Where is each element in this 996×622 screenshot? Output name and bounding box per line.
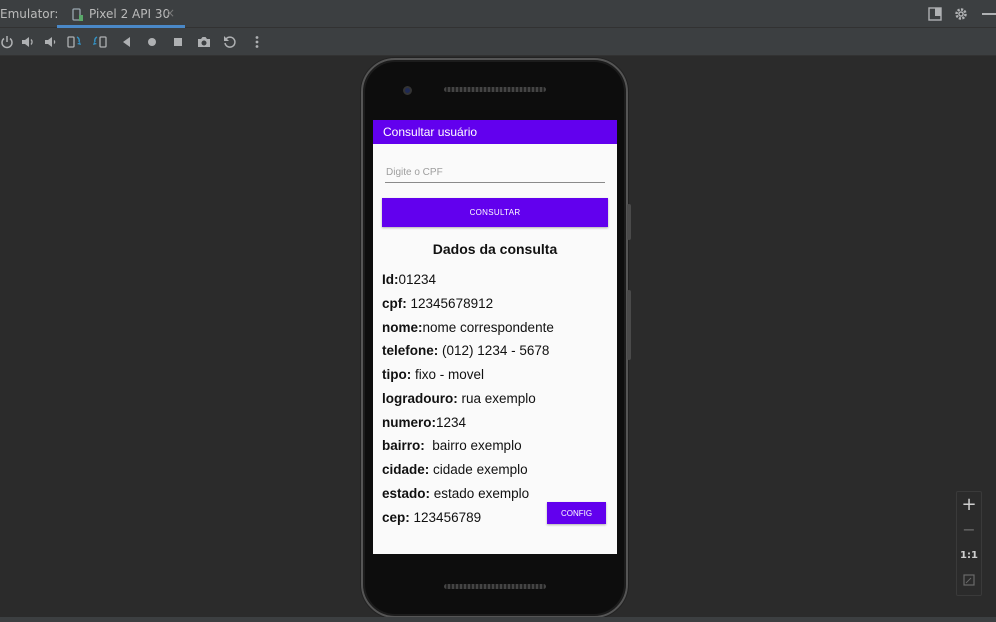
field-tipo: tipo: fixo - movel	[382, 367, 484, 382]
emulator-tabbar: Emulator: Pixel 2 API 30 ×	[0, 0, 996, 28]
field-value: fixo - movel	[415, 367, 485, 382]
gear-icon[interactable]	[954, 6, 968, 25]
emulator-toolbar	[0, 28, 996, 56]
minimize-icon[interactable]	[982, 13, 996, 15]
field-value: nome correspondente	[422, 320, 554, 335]
section-title: Dados da consulta	[432, 241, 558, 257]
field-numero: numero:1234	[382, 415, 466, 430]
field-estado: estado: estado exemplo	[382, 486, 529, 501]
field-id: Id:01234	[382, 272, 436, 287]
rotate-right-icon[interactable]	[92, 34, 108, 50]
tab-pixel-2-api-30[interactable]: Pixel 2 API 30 ×	[57, 0, 185, 28]
field-label: numero:	[382, 415, 436, 430]
field-label: logradouro:	[382, 391, 458, 406]
field-value: (012) 1234 - 5678	[442, 343, 550, 358]
restore-layout-icon[interactable]	[928, 6, 942, 25]
consultar-button[interactable]: CONSULTAR	[382, 198, 608, 227]
zoom-controls: + − 1:1	[956, 491, 982, 596]
emulator-label: Emulator:	[0, 7, 59, 21]
cpf-input[interactable]	[385, 163, 605, 183]
field-cep: cep: 123456789	[382, 510, 481, 525]
home-icon[interactable]	[144, 34, 160, 50]
reset-icon[interactable]	[222, 34, 238, 50]
field-cpf: cpf: 12345678912	[382, 296, 493, 311]
volume-down-icon[interactable]	[42, 34, 58, 50]
field-logradouro: logradouro: rua exemplo	[382, 391, 536, 406]
field-value: 1234	[436, 415, 467, 430]
zoom-out-button[interactable]: −	[957, 520, 981, 539]
field-value: rua exemplo	[461, 391, 536, 406]
actual-size-button[interactable]: 1:1	[957, 550, 981, 561]
field-label: Id:	[382, 272, 399, 287]
device-icon	[71, 7, 83, 26]
more-icon[interactable]	[249, 34, 265, 50]
config-button[interactable]: CONFIG	[547, 502, 606, 524]
field-label: telefone:	[382, 343, 439, 358]
field-value: 01234	[398, 272, 437, 287]
power-icon[interactable]	[0, 34, 15, 50]
field-nome: nome:nome correspondente	[382, 320, 554, 335]
front-camera	[403, 86, 412, 95]
field-cidade: cidade: cidade exemplo	[382, 462, 528, 477]
field-label: cpf:	[382, 296, 407, 311]
field-telefone: telefone: (012) 1234 - 5678	[382, 343, 549, 358]
fit-screen-icon[interactable]	[957, 574, 981, 590]
field-label: estado:	[382, 486, 431, 501]
field-value: cidade exemplo	[433, 462, 528, 477]
top-speaker	[444, 87, 546, 92]
volume-up-icon[interactable]	[20, 34, 36, 50]
field-label: nome:	[382, 320, 423, 335]
device-screen: Consultar usuário CONSULTAR Dados da con…	[373, 120, 617, 554]
field-label: cep:	[382, 510, 410, 525]
zoom-in-button[interactable]: +	[957, 494, 981, 515]
field-label: cidade:	[382, 462, 430, 477]
tab-title: Pixel 2 API 30	[89, 7, 171, 21]
camera-icon[interactable]	[196, 34, 212, 50]
close-icon[interactable]: ×	[165, 6, 175, 20]
bottom-status-strip	[0, 617, 996, 622]
field-value: bairro exemplo	[428, 438, 522, 453]
bottom-speaker	[444, 584, 546, 589]
field-bairro: bairro: bairro exemplo	[382, 438, 522, 453]
device-power-button	[627, 204, 631, 240]
app-title: Consultar usuário	[383, 125, 478, 139]
device-volume-button	[627, 290, 631, 360]
rotate-left-icon[interactable]	[66, 34, 82, 50]
field-label: bairro:	[382, 438, 425, 453]
app-bar: Consultar usuário	[373, 120, 617, 144]
field-value: 123456789	[413, 510, 482, 525]
back-icon[interactable]	[119, 34, 135, 50]
field-value: 12345678912	[410, 296, 494, 311]
field-label: tipo:	[382, 367, 412, 382]
overview-icon[interactable]	[170, 34, 186, 50]
field-value: estado exemplo	[433, 486, 530, 501]
